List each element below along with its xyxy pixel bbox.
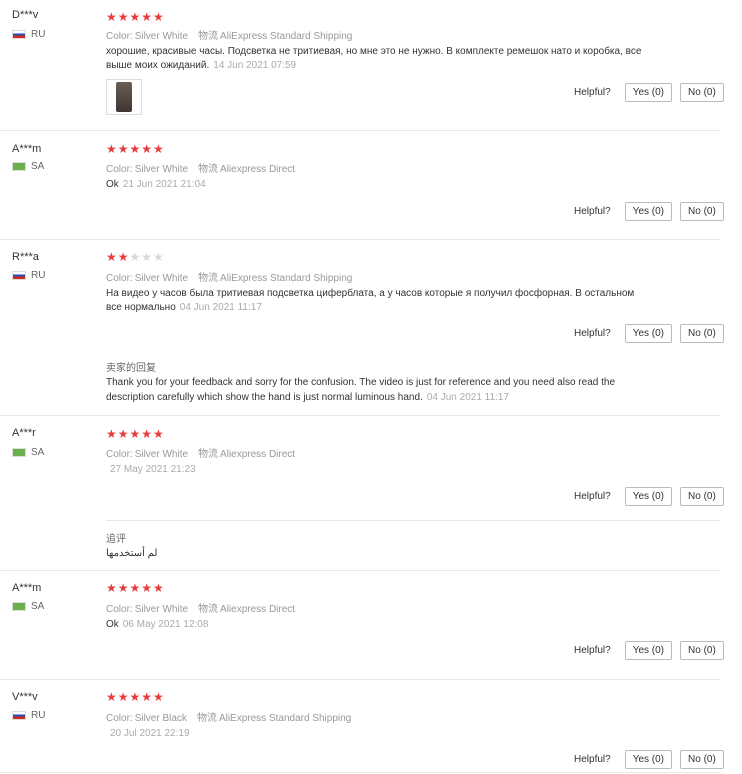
reviewer-name: D***v <box>12 9 39 21</box>
reviewer-name: R***a <box>12 251 39 263</box>
reviewer-country: SA <box>12 161 44 172</box>
saudi-flag-icon <box>12 162 26 171</box>
review-meta: Color: Silver White 物流 Aliexpress Direct <box>106 604 296 615</box>
reviewer-country: RU <box>12 29 45 40</box>
review-meta: Color: Silver Black 物流 AliExpress Standard … <box>106 713 352 724</box>
divider <box>106 520 720 521</box>
russia-flag-icon <box>12 271 26 280</box>
helpful-voting: Helpful? Yes (0) No (0) <box>574 641 724 660</box>
helpful-voting: Helpful? Yes (0) No (0) <box>574 202 724 221</box>
divider <box>0 679 720 680</box>
seller-reply-text: Thank you for your feedback and sorry fo… <box>106 377 616 403</box>
reviewer-country: RU <box>12 710 45 721</box>
no-button[interactable]: No (0) <box>680 324 724 343</box>
helpful-voting: Helpful? Yes (0) No (0) <box>574 487 724 506</box>
russia-flag-icon <box>12 711 26 720</box>
no-button[interactable]: No (0) <box>680 202 724 221</box>
reviewer-name: V***v <box>12 691 38 703</box>
star-rating: ★★★★★ <box>106 581 165 595</box>
divider <box>0 772 720 773</box>
review-text: 20 Jul 2021 22:19 <box>110 728 190 739</box>
no-button[interactable]: No (0) <box>680 83 724 102</box>
yes-button[interactable]: Yes (0) <box>624 750 673 769</box>
review-text: Ok 21 Jun 2021 21:04 <box>106 179 206 190</box>
no-button[interactable]: No (0) <box>680 750 724 769</box>
helpful-voting: Helpful? Yes (0) No (0) <box>574 750 724 769</box>
followup-title: 追评 <box>106 534 126 545</box>
review-text: 27 May 2021 21:23 <box>110 464 196 475</box>
saudi-flag-icon <box>12 448 26 457</box>
reviewer-name: A***m <box>12 143 42 155</box>
reviewer-name: A***m <box>12 582 42 594</box>
helpful-voting: Helpful? Yes (0) No (0) <box>574 83 724 102</box>
reviewer-country: SA <box>12 447 44 458</box>
divider <box>0 570 720 571</box>
star-rating: ★★★★★ <box>106 427 165 441</box>
star-rating: ★★★★★ <box>106 10 165 24</box>
review-meta: Color: Silver White 物流 Aliexpress Direct <box>106 164 296 175</box>
review-text: хорошие, красивые часы. Подсветка не три… <box>106 46 642 71</box>
no-button[interactable]: No (0) <box>680 641 724 660</box>
review-meta: Color: Silver White 物流 AliExpress Standard … <box>106 31 353 42</box>
yes-button[interactable]: Yes (0) <box>624 202 673 221</box>
no-button[interactable]: No (0) <box>680 487 724 506</box>
review-photo-thumbnail[interactable] <box>106 79 142 115</box>
divider <box>0 239 720 240</box>
star-rating: ★★★★★ <box>106 142 165 156</box>
saudi-flag-icon <box>12 602 26 611</box>
star-rating: ★★★★★ <box>106 250 165 264</box>
review-meta: Color: Silver White 物流 Aliexpress Direct <box>106 449 296 460</box>
reviewer-name: A***r <box>12 427 36 439</box>
helpful-voting: Helpful? Yes (0) No (0) <box>574 324 724 343</box>
divider <box>0 415 720 416</box>
yes-button[interactable]: Yes (0) <box>624 324 673 343</box>
star-rating: ★★★★★ <box>106 690 165 704</box>
followup-text: لم أستخدمها <box>106 548 158 559</box>
reviewer-country: SA <box>12 601 44 612</box>
review-text: На видео у часов была тритиевая подсветк… <box>106 288 635 313</box>
yes-button[interactable]: Yes (0) <box>624 487 673 506</box>
review-meta: Color: Silver White 物流 AliExpress Standard … <box>106 273 353 284</box>
yes-button[interactable]: Yes (0) <box>624 641 673 660</box>
review-text: Ok 06 May 2021 12:08 <box>106 619 209 630</box>
reviewer-country: RU <box>12 270 45 281</box>
seller-reply-title: 卖家的回复 <box>106 363 156 374</box>
russia-flag-icon <box>12 30 26 39</box>
divider <box>0 130 720 131</box>
yes-button[interactable]: Yes (0) <box>624 83 673 102</box>
